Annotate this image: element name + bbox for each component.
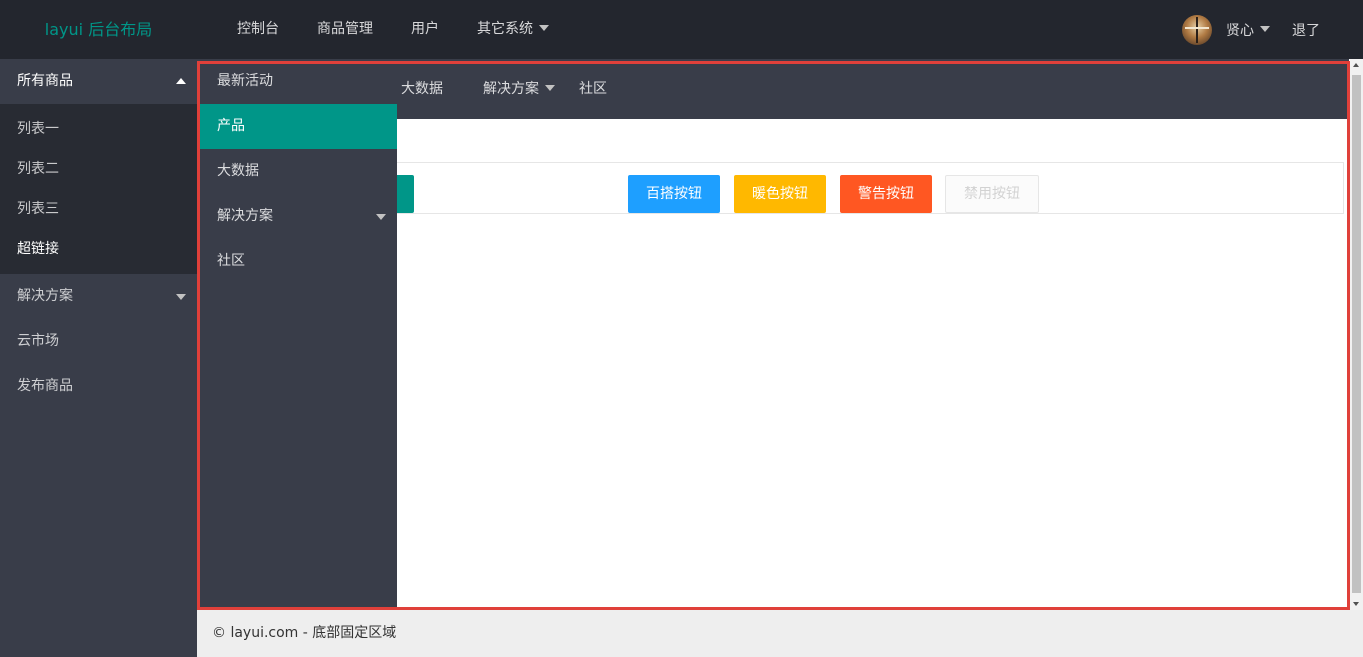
sidebar-subitem-hyperlink[interactable]: 超链接 — [0, 229, 197, 269]
sidebar-group-all-goods[interactable]: 所有商品 — [0, 59, 197, 104]
chevron-down-icon — [376, 214, 386, 220]
user-menu[interactable]: 贤心 — [1226, 20, 1270, 40]
danger-button[interactable]: 警告按钮 — [840, 175, 932, 213]
top-nav: 控制台 商品管理 用户 其它系统 — [218, 0, 568, 59]
dropdown-item-bigdata[interactable]: 大数据 — [200, 149, 397, 194]
button-group-box: 百搭按钮 暖色按钮 警告按钮 禁用按钮 — [387, 162, 1344, 214]
inner-nav-community[interactable]: 社区 — [579, 59, 607, 119]
sidebar-subitem-list-1[interactable]: 列表一 — [0, 109, 197, 149]
inner-nav-bigdata[interactable]: 大数据 — [401, 59, 443, 119]
top-header: layui 后台布局 控制台 商品管理 用户 其它系统 贤心 退了 — [0, 0, 1363, 59]
user-name: 贤心 — [1226, 22, 1254, 39]
sidebar-item-cloud-market[interactable]: 云市场 — [0, 319, 197, 364]
logout-link[interactable]: 退了 — [1292, 20, 1320, 40]
chevron-down-icon — [176, 294, 186, 300]
sidebar-item-publish-goods[interactable]: 发布商品 — [0, 364, 197, 409]
scroll-down-icon[interactable] — [1353, 602, 1359, 606]
scrollbar-thumb[interactable] — [1352, 75, 1361, 593]
chevron-down-icon — [539, 24, 549, 31]
vertical-scrollbar[interactable] — [1350, 59, 1363, 610]
footer-text: © layui.com - 底部固定区域 — [212, 625, 397, 641]
avatar[interactable] — [1182, 14, 1212, 45]
disabled-button: 禁用按钮 — [945, 175, 1039, 213]
top-nav-console[interactable]: 控制台 — [218, 0, 298, 59]
sidebar-submenu: 列表一 列表二 列表三 超链接 — [0, 104, 197, 274]
dropdown-item-products[interactable]: 产品 — [200, 104, 397, 149]
chevron-up-icon — [176, 78, 186, 84]
sidebar-subitem-list-3[interactable]: 列表三 — [0, 189, 197, 229]
inner-nav-solutions-label: 解决方案 — [483, 81, 539, 97]
dropdown-item-latest-events[interactable]: 最新活动 — [200, 59, 397, 104]
top-nav-other-label: 其它系统 — [477, 21, 533, 37]
chevron-down-icon — [1260, 26, 1270, 32]
sidebar-item-label: 解决方案 — [17, 288, 73, 304]
warm-button[interactable]: 暖色按钮 — [734, 175, 826, 213]
sidebar-group-label: 所有商品 — [17, 73, 73, 89]
inner-nav-solutions[interactable]: 解决方案 — [483, 59, 555, 119]
scroll-up-icon[interactable] — [1353, 63, 1359, 67]
dropdown-item-label: 解决方案 — [217, 208, 273, 224]
top-nav-users[interactable]: 用户 — [392, 0, 458, 59]
top-nav-other-systems[interactable]: 其它系统 — [458, 0, 568, 59]
sidebar-subitem-list-2[interactable]: 列表二 — [0, 149, 197, 189]
sidebar-item-solutions[interactable]: 解决方案 — [0, 274, 197, 319]
dropdown-item-community[interactable]: 社区 — [200, 239, 397, 284]
user-area: 贤心 退了 — [1182, 0, 1320, 59]
sidebar: 所有商品 列表一 列表二 列表三 超链接 解决方案 云市场 发布商品 — [0, 59, 197, 657]
logo[interactable]: layui 后台布局 — [0, 0, 197, 59]
dropdown-item-solutions[interactable]: 解决方案 — [200, 194, 397, 239]
dropdown-menu: 最新活动 产品 大数据 解决方案 社区 — [200, 59, 397, 607]
chevron-down-icon — [545, 84, 555, 91]
normal-button[interactable]: 百搭按钮 — [628, 175, 720, 213]
footer: © layui.com - 底部固定区域 — [197, 610, 1363, 657]
top-nav-goods[interactable]: 商品管理 — [298, 0, 392, 59]
